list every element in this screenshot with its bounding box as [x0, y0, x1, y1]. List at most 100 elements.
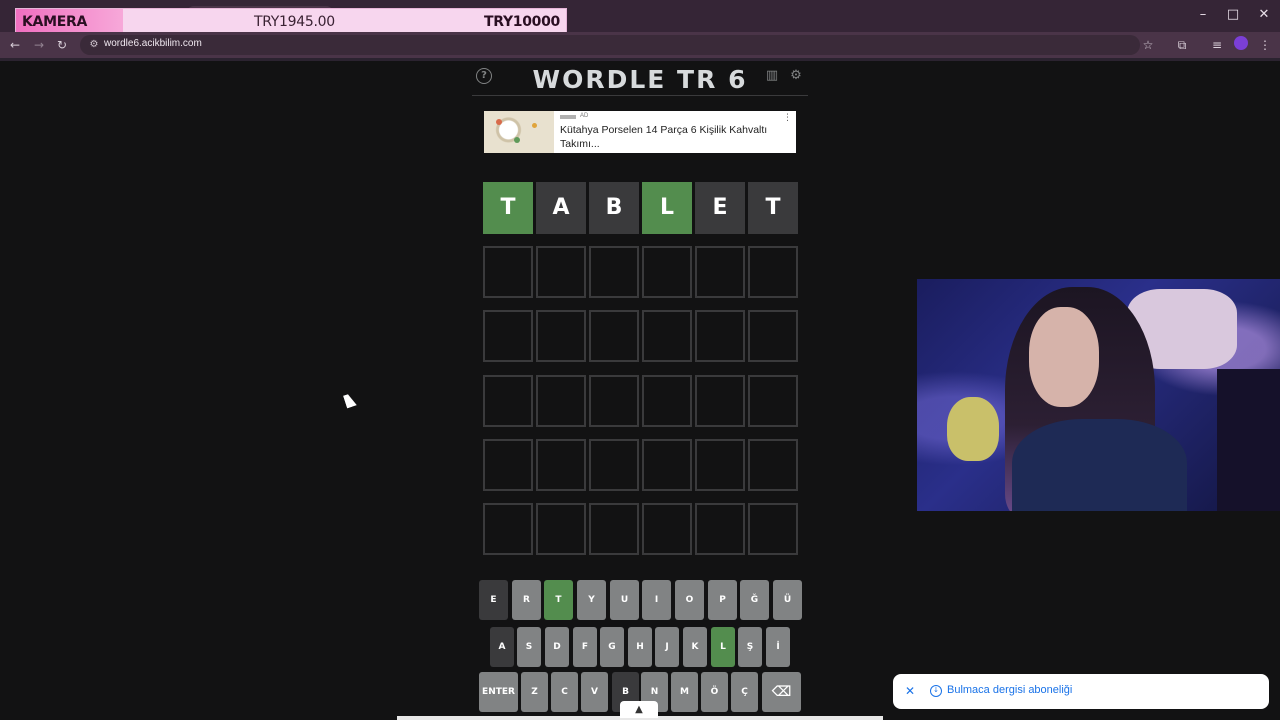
backspace-icon[interactable]: ⌫	[762, 672, 801, 712]
board-tile	[536, 310, 586, 362]
close-icon[interactable]: ✕	[903, 683, 917, 699]
media-control-icon[interactable]: ≡	[1208, 36, 1226, 54]
board-row: TABLET	[483, 182, 798, 234]
webcam-background	[1217, 369, 1280, 511]
reload-icon[interactable]: ↻	[53, 36, 71, 54]
menu-kebab-icon[interactable]: ⋮	[1256, 36, 1274, 54]
key-l[interactable]: L	[711, 627, 735, 667]
key-c[interactable]: C	[551, 672, 578, 712]
key-k[interactable]: K	[683, 627, 707, 667]
stats-icon[interactable]: ▥	[764, 68, 780, 84]
board-tile	[536, 439, 586, 491]
board-tile	[589, 375, 639, 427]
key-p[interactable]: P	[708, 580, 737, 620]
board-tile	[536, 375, 586, 427]
chevron-up-icon[interactable]: ▲	[620, 701, 658, 718]
key-f[interactable]: F	[573, 627, 597, 667]
toast-text[interactable]: Bulmaca dergisi aboneliği	[947, 684, 1072, 696]
board-row	[483, 375, 798, 427]
key-e[interactable]: E	[479, 580, 508, 620]
key-m[interactable]: M	[671, 672, 698, 712]
profile-avatar[interactable]	[1234, 36, 1248, 50]
board-tile	[483, 310, 533, 362]
overlay-goal: TRY10000	[483, 14, 560, 30]
info-icon: ↓	[930, 685, 942, 697]
key-ü[interactable]: Ü	[773, 580, 802, 620]
key-ğ[interactable]: Ğ	[740, 580, 769, 620]
board-tile	[695, 375, 745, 427]
ad-image[interactable]	[484, 111, 554, 153]
key-d[interactable]: D	[545, 627, 569, 667]
webcam-person-face	[1029, 307, 1099, 407]
key-u[interactable]: U	[610, 580, 639, 620]
board-tile: T	[748, 182, 798, 234]
ad-menu-icon[interactable]: ⋮	[783, 113, 792, 123]
forward-icon[interactable]: →	[30, 36, 48, 54]
address-bar[interactable]: ⚙ wordle6.acikbilim.com	[80, 35, 1140, 55]
key-ş[interactable]: Ş	[738, 627, 762, 667]
key-a[interactable]: A	[490, 627, 514, 667]
ad-image-detail	[514, 137, 520, 143]
overlay-amount: TRY1945.00	[254, 14, 335, 30]
ad-image-detail	[496, 119, 502, 125]
ad-text[interactable]: Kütahya Porselen 14 Parça 6 Kişilik Kahv…	[560, 123, 780, 151]
ad-brand-logo	[560, 115, 576, 119]
webcam-overlay	[917, 279, 1280, 511]
bookmark-star-icon[interactable]: ☆	[1139, 36, 1157, 54]
key-r[interactable]: R	[512, 580, 541, 620]
board-tile: T	[483, 182, 533, 234]
board-tile	[748, 310, 798, 362]
enter-key[interactable]: ENTER	[479, 672, 518, 712]
mouse-cursor-icon	[343, 392, 357, 409]
restore-icon[interactable]: □	[1220, 6, 1246, 24]
key-y[interactable]: Y	[577, 580, 606, 620]
board-row	[483, 503, 798, 555]
minimize-icon[interactable]: –	[1190, 6, 1216, 24]
key-s[interactable]: S	[517, 627, 541, 667]
key-i[interactable]: I	[642, 580, 671, 620]
board-tile	[748, 503, 798, 555]
key-o[interactable]: O	[675, 580, 704, 620]
board-tile	[695, 439, 745, 491]
notification-toast[interactable]: ✕ ↓ Bulmaca dergisi aboneliği	[893, 674, 1269, 709]
site-info-icon[interactable]: ⚙	[86, 36, 102, 54]
key-v[interactable]: V	[581, 672, 608, 712]
ad-banner[interactable]: AD Kütahya Porselen 14 Parça 6 Kişilik K…	[484, 111, 796, 153]
page-title: WORDLE TR 6	[532, 65, 748, 94]
board-tile	[536, 246, 586, 298]
close-window-icon[interactable]: ✕	[1251, 6, 1277, 24]
key-h[interactable]: H	[628, 627, 652, 667]
board-tile	[695, 503, 745, 555]
board-tile: E	[695, 182, 745, 234]
ad-tag: AD	[580, 113, 589, 119]
board-tile	[536, 503, 586, 555]
board-tile	[642, 503, 692, 555]
board-row	[483, 310, 798, 362]
board-tile	[589, 246, 639, 298]
settings-gear-icon[interactable]: ⚙	[788, 68, 804, 84]
key-j[interactable]: J	[655, 627, 679, 667]
board-tile: B	[589, 182, 639, 234]
board-tile	[642, 375, 692, 427]
board-tile	[589, 439, 639, 491]
board-tile	[695, 246, 745, 298]
webcam-person-shirt	[1012, 419, 1187, 511]
key-i̇[interactable]: İ	[766, 627, 790, 667]
extensions-icon[interactable]: ⧉	[1173, 36, 1191, 54]
key-g[interactable]: G	[600, 627, 624, 667]
back-icon[interactable]: ←	[6, 36, 24, 54]
board-tile: A	[536, 182, 586, 234]
toolbar-divider	[0, 58, 1280, 61]
board-tile	[589, 310, 639, 362]
board-row	[483, 439, 798, 491]
key-ö[interactable]: Ö	[701, 672, 728, 712]
board-tile	[748, 375, 798, 427]
key-t[interactable]: T	[544, 580, 573, 620]
key-ç[interactable]: Ç	[731, 672, 758, 712]
board-tile: L	[642, 182, 692, 234]
board-tile	[483, 439, 533, 491]
key-z[interactable]: Z	[521, 672, 548, 712]
board-tile	[642, 310, 692, 362]
ad-image-detail	[532, 123, 537, 128]
board-tile	[642, 246, 692, 298]
